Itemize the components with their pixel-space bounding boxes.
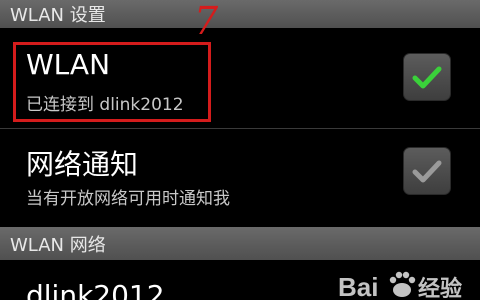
network-ssid: dlink2012 — [26, 279, 165, 300]
checkmark-icon — [412, 66, 442, 89]
section-header-wlan-settings: WLAN 设置 — [0, 0, 480, 28]
annotation-highlight-box — [13, 42, 211, 122]
section-header-wlan-networks: WLAN 网络 — [0, 227, 480, 260]
svg-text:经验: 经验 — [418, 276, 462, 300]
network-notification-checkbox[interactable] — [403, 147, 451, 195]
network-notification-description: 当有开放网络可用时通知我 — [26, 189, 230, 209]
section-header-label: WLAN 网络 — [10, 234, 106, 256]
checkmark-icon — [412, 160, 442, 183]
svg-text:Bai: Bai — [338, 272, 378, 300]
wlan-checkbox[interactable] — [403, 53, 451, 101]
baidu-watermark-logo: Bai 经验 — [338, 271, 462, 300]
annotation-step-number: 7 — [194, 0, 219, 43]
network-notification-title: 网络通知 — [26, 148, 139, 181]
section-header-label: WLAN 设置 — [10, 5, 106, 26]
network-notification-row[interactable]: 网络通知 当有开放网络可用时通知我 — [0, 129, 480, 227]
